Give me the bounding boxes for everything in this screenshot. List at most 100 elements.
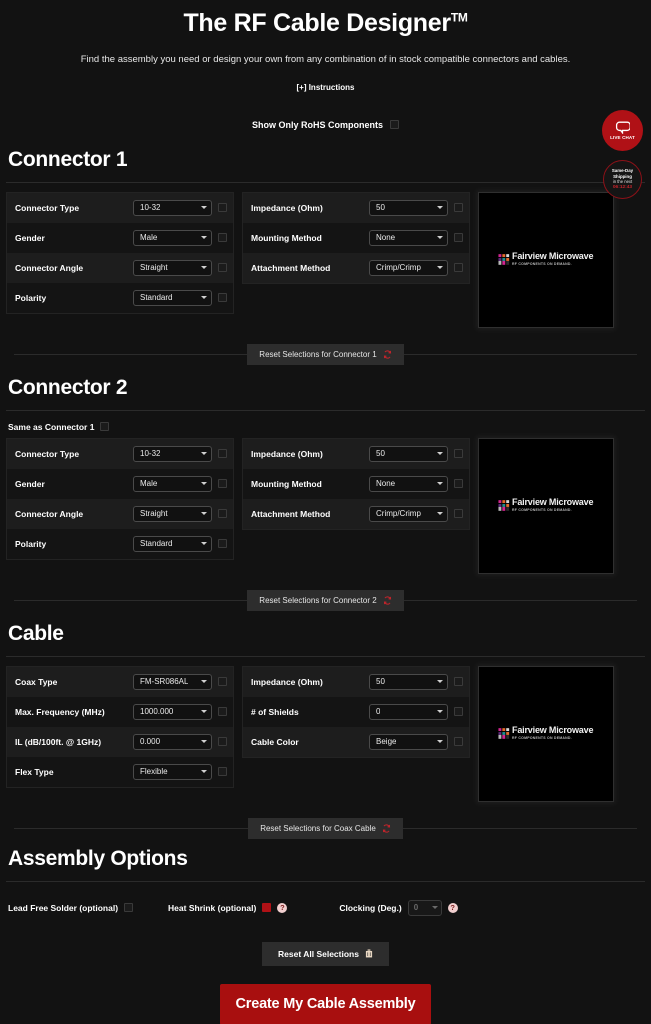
connector-1-right-lock-checkbox[interactable] — [454, 233, 463, 242]
connector-2-right-row: Impedance (Ohm) 50 — [243, 438, 469, 469]
cable-right-lock-checkbox[interactable] — [454, 737, 463, 746]
cable-reset-strip: Reset Selections for Coax Cable — [6, 816, 645, 841]
same-day-shipping-badge[interactable]: Same-Day Shipping in the next 06:12:43 — [603, 160, 642, 199]
connector-2-right-select-value: None — [376, 479, 396, 488]
heat-shrink-option: Heat Shrink (optional) ? — [168, 902, 288, 913]
connector-2-left-select[interactable]: Straight — [133, 505, 212, 522]
cable-right-select-value: Beige — [376, 737, 397, 746]
connector-1-left-row-label: Gender — [15, 232, 45, 243]
connector-1-left-select[interactable]: Standard — [133, 289, 212, 306]
fairview-logo: Fairview Microwave RF COMPONENTS ON DEMA… — [498, 497, 594, 513]
fairview-logo-tagline: RF COMPONENTS ON DEMAND. — [512, 262, 573, 266]
connector-2-right-lock-checkbox[interactable] — [454, 509, 463, 518]
lead-free-solder-checkbox[interactable] — [124, 903, 134, 912]
connector-2-right-row-label: Impedance (Ohm) — [251, 448, 323, 459]
lead-free-solder-label: Lead Free Solder (optional) — [8, 902, 119, 913]
connector-2-right-select[interactable]: Crimp/Crimp — [369, 505, 448, 522]
connector-1-left-lock-checkbox[interactable] — [218, 293, 227, 302]
connector-2-right-lock-checkbox[interactable] — [454, 449, 463, 458]
cable-left-select[interactable]: 0.000 — [133, 733, 212, 750]
connector-1-left-lock-checkbox[interactable] — [218, 263, 227, 272]
clocking-select[interactable]: 0 — [407, 899, 442, 916]
connector-2-right-lock-checkbox[interactable] — [454, 479, 463, 488]
cable-left-row: Max. Frequency (MHz) 1000.000 — [7, 696, 233, 727]
connector-1-right-lock-checkbox[interactable] — [454, 203, 463, 212]
create-cable-assembly-button[interactable]: Create My Cable Assembly — [220, 983, 431, 1024]
live-chat-button[interactable]: LIVE CHAT — [602, 110, 643, 151]
connector-2-left-select[interactable]: Male — [133, 475, 212, 492]
connector-2-right-row: Attachment Method Crimp/Crimp — [243, 498, 469, 529]
chevron-down-icon — [201, 680, 207, 683]
connector-2-left-column: Connector Type 10-32 Gender Male Connector A… — [6, 437, 234, 560]
connector-2-left-row-label: Gender — [15, 478, 45, 489]
clocking-help-icon[interactable]: ? — [447, 902, 458, 913]
cable-left-row: Coax Type FM-SR086AL — [7, 666, 233, 697]
cable-right-lock-checkbox[interactable] — [454, 677, 463, 686]
heat-shrink-help-icon[interactable]: ? — [277, 902, 288, 913]
cable-left-select-value: Flexible — [140, 767, 168, 776]
cable-right-select[interactable]: Beige — [369, 733, 448, 750]
connector-2-right-select[interactable]: None — [369, 475, 448, 492]
cable-left-lock-checkbox[interactable] — [218, 707, 227, 716]
heat-shrink-checkbox[interactable] — [262, 903, 272, 912]
connector-1-right-row: Attachment Method Crimp/Crimp — [243, 252, 469, 283]
connector-1-left-row: Connector Type 10-32 — [7, 192, 233, 223]
connector-2-left-row: Gender Male — [7, 468, 233, 499]
connector-1-image: Fairview Microwave RF COMPONENTS ON DEMA… — [478, 191, 614, 328]
connector-1-left-lock-checkbox[interactable] — [218, 233, 227, 242]
connector-2-left-lock-checkbox[interactable] — [218, 449, 227, 458]
connector-2-left-lock-checkbox[interactable] — [218, 539, 227, 548]
reset-all-selections-label: Reset All Selections — [278, 948, 359, 959]
connector-1-left-select[interactable]: 10-32 — [133, 199, 212, 216]
rohs-filter-checkbox[interactable] — [390, 120, 399, 129]
cable-right-row-label: Cable Color — [251, 736, 299, 747]
connector-1-right-select[interactable]: Crimp/Crimp — [369, 259, 448, 276]
fairview-logo-mark — [498, 500, 510, 511]
chevron-down-icon — [201, 266, 207, 269]
connector-2-right-select[interactable]: 50 — [369, 445, 448, 462]
connector-1-left-row-label: Polarity — [15, 292, 47, 303]
cable-left-lock-checkbox[interactable] — [218, 737, 227, 746]
connector-1-left-row: Gender Male — [7, 222, 233, 253]
instructions-toggle[interactable]: [+] Instructions — [296, 83, 354, 92]
connector-2-left-select-value: 10-32 — [140, 449, 161, 458]
reset-cable-button[interactable]: Reset Selections for Coax Cable — [248, 817, 403, 839]
connector-1-left-row: Connector Angle Straight — [7, 252, 233, 283]
cable-right-lock-checkbox[interactable] — [454, 707, 463, 716]
fairview-logo: Fairview Microwave RF COMPONENTS ON DEMA… — [498, 252, 594, 267]
connector-2-left-lock-checkbox[interactable] — [218, 479, 227, 488]
connector-1-right-row: Mounting Method None — [243, 222, 469, 253]
connector-1-left-select[interactable]: Straight — [133, 259, 212, 276]
connector-1-left-select[interactable]: Male — [133, 229, 212, 246]
cable-right-select[interactable]: 50 — [369, 673, 448, 690]
reset-connector-1-button[interactable]: Reset Selections for Connector 1 — [247, 343, 404, 365]
reset-all-selections-button[interactable]: Reset All Selections — [262, 941, 389, 966]
connector-1-right-row: Impedance (Ohm) 50 — [243, 192, 469, 223]
same-as-connector-1-checkbox[interactable] — [100, 422, 110, 431]
page-subtitle: Find the assembly you need or design you… — [80, 53, 571, 65]
connector-1-right-lock-checkbox[interactable] — [454, 263, 463, 272]
connector-1-right-select-value: None — [376, 233, 396, 242]
connector-2-title: Connector 2 — [8, 375, 128, 399]
connector-2-left-lock-checkbox[interactable] — [218, 509, 227, 518]
rohs-filter-label: Show Only RoHS Components — [251, 119, 383, 130]
chevron-down-icon — [201, 770, 207, 773]
fairview-logo-name: Fairview Microwave — [512, 497, 594, 508]
cable-left-lock-checkbox[interactable] — [218, 677, 227, 686]
connector-1-right-select[interactable]: None — [369, 229, 448, 246]
cable-section: Cable Coax Type FM-SR086AL Max. Frequency … — [0, 622, 651, 841]
connector-1-right-select[interactable]: 50 — [369, 199, 448, 216]
cable-left-select[interactable]: Flexible — [133, 763, 212, 780]
cable-left-select[interactable]: 1000.000 — [133, 703, 212, 720]
cable-left-select[interactable]: FM-SR086AL — [133, 673, 212, 690]
connector-2-left-select[interactable]: 10-32 — [133, 445, 212, 462]
cable-columns: Coax Type FM-SR086AL Max. Frequency (MHz) 1… — [6, 657, 645, 802]
cable-right-select[interactable]: 0 — [369, 703, 448, 720]
chevron-down-icon — [201, 482, 207, 485]
connector-1-left-lock-checkbox[interactable] — [218, 203, 227, 212]
chevron-down-icon — [437, 482, 443, 485]
connector-2-right-row-label: Mounting Method — [251, 478, 322, 489]
connector-2-left-select[interactable]: Standard — [133, 535, 212, 552]
cable-left-lock-checkbox[interactable] — [218, 767, 227, 776]
reset-connector-2-button[interactable]: Reset Selections for Connector 2 — [247, 589, 404, 611]
